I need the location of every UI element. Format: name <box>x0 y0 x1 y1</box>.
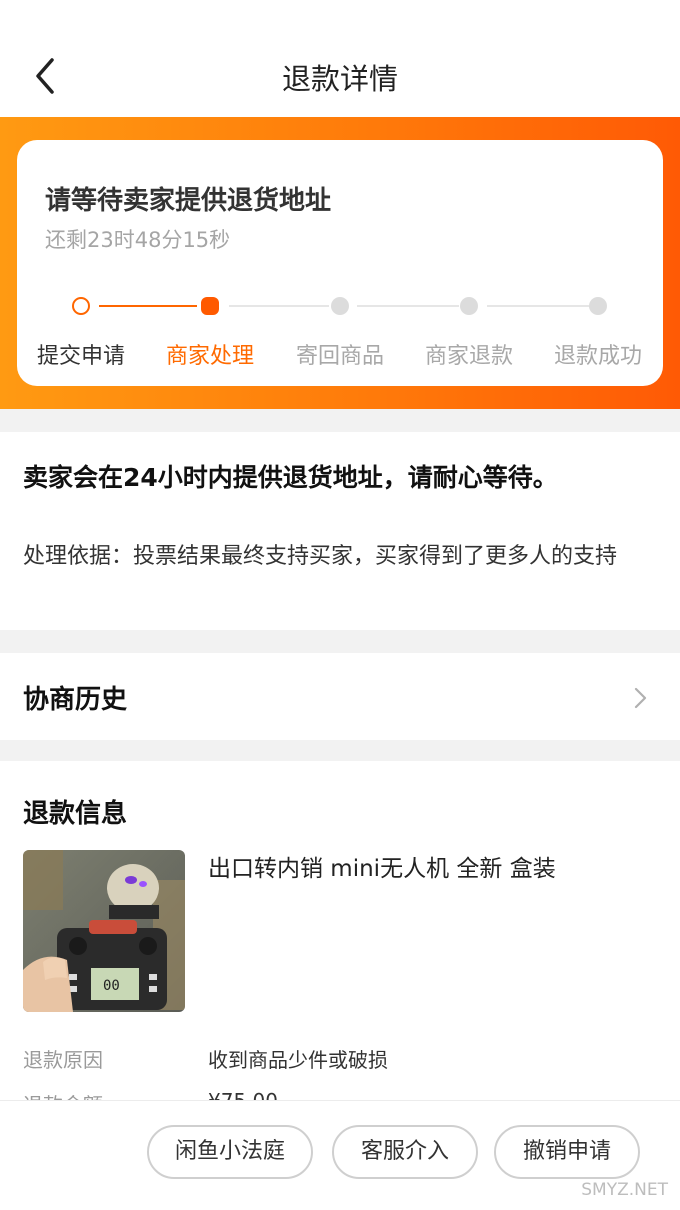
cancel-request-button[interactable]: 撤销申请 <box>494 1125 640 1179</box>
bottom-action-bar: 闲鱼小法庭 客服介入 撤销申请 SMYZ.NET <box>0 1100 680 1210</box>
product-photo: 00 <box>23 850 185 1012</box>
progress-line <box>229 305 329 307</box>
status-title: 请等待卖家提供退货地址 <box>45 186 332 216</box>
refund-status-card: 请等待卖家提供退货地址 还剩23时48分15秒 提交申请 商家处理 寄回商品 商… <box>17 140 663 386</box>
refund-info-section: 退款信息 00 出口转内销 mini无人机 全新 盒装 退款原因 收到商品少件或… <box>0 761 680 1117</box>
customer-service-button[interactable]: 客服介入 <box>332 1125 478 1179</box>
arbitration-court-button[interactable]: 闲鱼小法庭 <box>147 1125 313 1179</box>
step-label-submitted: 提交申请 <box>36 344 125 369</box>
step-dot-refund <box>460 297 478 315</box>
step-label-success: 退款成功 <box>553 344 642 369</box>
notice-body: 处理依据：投票结果最终支持买家，买家得到了更多人的支持 <box>23 544 618 569</box>
product-name[interactable]: 出口转内销 mini无人机 全新 盒装 <box>208 849 556 883</box>
step-label-return-goods: 寄回商品 <box>295 344 384 369</box>
page-title: 退款详情 <box>281 62 398 96</box>
notice-section: 卖家会在24小时内提供退货地址，请耐心等待。 处理依据：投票结果最终支持买家，买… <box>0 432 680 630</box>
svg-text:00: 00 <box>103 978 120 994</box>
progress-line-done <box>99 305 197 307</box>
product-image[interactable]: 00 <box>23 850 185 1012</box>
watermark: SMYZ.NET <box>581 1180 668 1200</box>
refund-info-title: 退款信息 <box>23 799 128 829</box>
refund-reason-value: 收到商品少件或破损 <box>208 1048 388 1072</box>
notice-title: 卖家会在24小时内提供退货地址，请耐心等待。 <box>23 463 558 492</box>
nav-header: 退款详情 <box>0 0 680 117</box>
negotiation-history-row[interactable]: 协商历史 <box>0 653 680 740</box>
step-dot-return-goods <box>331 297 349 315</box>
chevron-right-icon <box>634 687 647 709</box>
step-dot-submitted <box>72 297 90 315</box>
progress-line <box>357 305 459 307</box>
refund-reason-label: 退款原因 <box>23 1048 103 1072</box>
step-dot-success <box>589 297 607 315</box>
step-label-refund: 商家退款 <box>424 344 513 369</box>
progress-line <box>487 305 589 307</box>
step-label-processing: 商家处理 <box>165 344 254 369</box>
history-label: 协商历史 <box>23 685 128 715</box>
countdown-text: 还剩23时48分15秒 <box>45 228 231 252</box>
step-dot-processing <box>201 297 219 315</box>
